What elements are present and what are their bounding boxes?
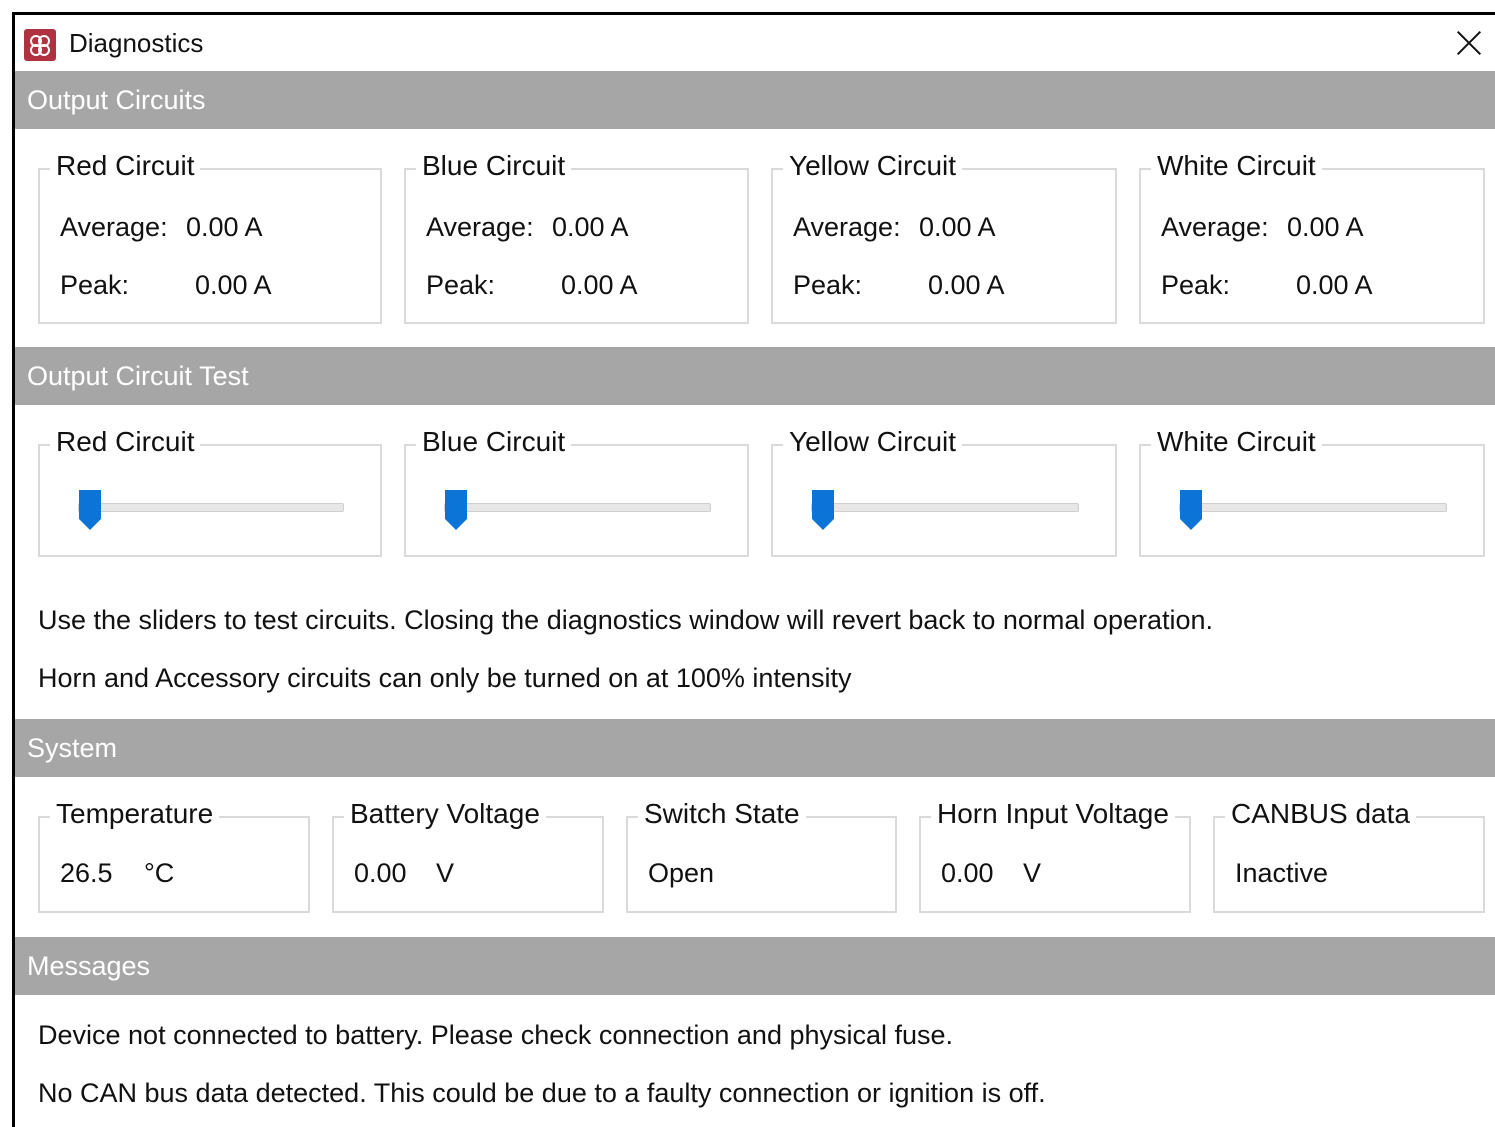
test-circuit-white: White Circuit xyxy=(1139,426,1485,557)
test-circuit-red: Red Circuit xyxy=(38,426,382,557)
group-label: Yellow Circuit xyxy=(783,426,963,458)
peak-label: Peak: xyxy=(1161,270,1231,300)
message-item: No CAN bus data detected. This could be … xyxy=(38,1078,1046,1108)
slider-track[interactable] xyxy=(1179,503,1447,512)
system-horn-input-voltage: Horn Input Voltage 0.00 V xyxy=(919,798,1191,913)
group-label: White Circuit xyxy=(1151,426,1322,458)
horn-accessory-note: Horn and Accessory circuits can only be … xyxy=(38,663,852,693)
peak-label: Peak: xyxy=(793,270,863,300)
average-label: Average: xyxy=(426,212,534,242)
peak-value: 0.00 A xyxy=(561,270,638,300)
average-value: 0.00 A xyxy=(1287,212,1364,242)
group-label: Red Circuit xyxy=(50,426,201,458)
peak-value: 0.00 A xyxy=(195,270,272,300)
group-label: Yellow Circuit xyxy=(783,150,963,182)
group-label: Red Circuit xyxy=(50,150,201,182)
section-messages: Messages xyxy=(15,937,1495,995)
test-circuit-yellow: Yellow Circuit xyxy=(771,426,1117,557)
close-icon[interactable] xyxy=(1451,25,1487,61)
battery-voltage-value: 0.00 xyxy=(354,858,407,888)
peak-label: Peak: xyxy=(60,270,130,300)
message-item: Device not connected to battery. Please … xyxy=(38,1020,954,1050)
title-bar: Diagnostics xyxy=(15,15,1495,70)
group-label: Switch State xyxy=(638,798,806,830)
average-label: Average: xyxy=(1161,212,1269,242)
group-label: Temperature xyxy=(50,798,220,830)
output-circuit-blue: Blue Circuit Average: 0.00 A Peak: 0.00 … xyxy=(404,150,749,324)
peak-label: Peak: xyxy=(426,270,496,300)
slider-track[interactable] xyxy=(811,503,1079,512)
horn-voltage-value: 0.00 xyxy=(941,858,994,888)
slider-thumb[interactable] xyxy=(78,489,102,531)
average-label: Average: xyxy=(60,212,168,242)
group-label: Blue Circuit xyxy=(416,150,572,182)
temperature-unit: °C xyxy=(144,858,175,888)
group-label: Battery Voltage xyxy=(344,798,546,830)
app-icon xyxy=(24,29,56,61)
average-label: Average: xyxy=(793,212,901,242)
output-circuit-red: Red Circuit Average: 0.00 A Peak: 0.00 A xyxy=(38,150,382,324)
diagnostics-window: Diagnostics Output Circuits Red Circuit … xyxy=(12,12,1495,1127)
section-output-circuits: Output Circuits xyxy=(15,71,1495,129)
output-circuit-yellow: Yellow Circuit Average: 0.00 A Peak: 0.0… xyxy=(771,150,1117,324)
section-system: System xyxy=(15,719,1495,777)
section-output-circuit-test: Output Circuit Test xyxy=(15,347,1495,405)
slider-thumb[interactable] xyxy=(1179,489,1203,531)
group-label: Horn Input Voltage xyxy=(931,798,1175,830)
group-label: CANBUS data xyxy=(1225,798,1416,830)
average-value: 0.00 A xyxy=(186,212,263,242)
test-instruction-text: Use the sliders to test circuits. Closin… xyxy=(38,605,1214,635)
slider-thumb[interactable] xyxy=(811,489,835,531)
slider-track[interactable] xyxy=(444,503,711,512)
canbus-status-value: Inactive xyxy=(1235,858,1329,888)
peak-value: 0.00 A xyxy=(1296,270,1373,300)
group-label: Blue Circuit xyxy=(416,426,572,458)
average-value: 0.00 A xyxy=(919,212,996,242)
system-battery-voltage: Battery Voltage 0.00 V xyxy=(332,798,604,913)
battery-voltage-unit: V xyxy=(436,858,455,888)
system-canbus-data: CANBUS data Inactive xyxy=(1213,798,1485,913)
switch-state-value: Open xyxy=(648,858,715,888)
test-circuit-blue: Blue Circuit xyxy=(404,426,749,557)
group-label: White Circuit xyxy=(1151,150,1322,182)
output-circuit-white: White Circuit Average: 0.00 A Peak: 0.00… xyxy=(1139,150,1485,324)
slider-track[interactable] xyxy=(78,503,344,512)
horn-voltage-unit: V xyxy=(1023,858,1042,888)
window-title: Diagnostics xyxy=(69,28,204,58)
slider-thumb[interactable] xyxy=(444,489,468,531)
temperature-value: 26.5 xyxy=(60,858,113,888)
system-switch-state: Switch State Open xyxy=(626,798,897,913)
average-value: 0.00 A xyxy=(552,212,629,242)
system-temperature: Temperature 26.5 °C xyxy=(38,798,310,913)
peak-value: 0.00 A xyxy=(928,270,1005,300)
